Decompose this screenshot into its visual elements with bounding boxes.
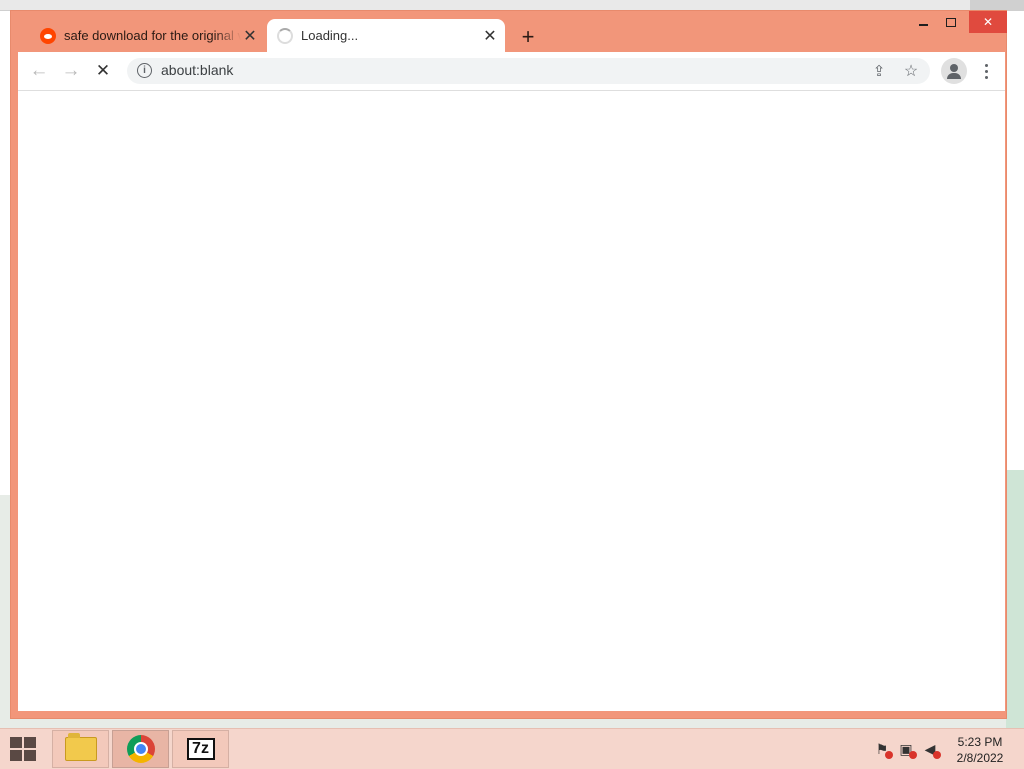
clock[interactable]: 5:23 PM 2/8/2022 [948,734,1012,766]
taskbar-chrome[interactable] [112,730,169,768]
close-icon: ✕ [243,27,257,45]
bookmark-star-icon[interactable]: ☆ [899,59,923,83]
clock-time: 5:23 PM [957,735,1003,749]
windows-logo-pane [10,750,22,761]
volume-muted-icon[interactable]: ◀ [921,741,941,759]
background-window-controls [970,0,1024,10]
close-window-button[interactable]: ✕ [969,11,1007,33]
forward-button[interactable]: → [58,58,84,84]
error-badge-icon [885,751,893,759]
info-icon[interactable]: i [137,63,152,78]
tab-loading[interactable]: Loading... ✕ [267,19,505,52]
error-badge-icon [933,751,941,759]
7z-icon: 7z [186,738,215,760]
start-button[interactable] [10,737,38,763]
tab-title: Loading... [301,28,359,43]
taskbar-file-explorer[interactable] [52,730,109,768]
url-text: about:blank [161,62,234,78]
menu-dot-icon [984,69,988,73]
maximize-button[interactable] [938,11,964,33]
tab-reddit[interactable]: safe download for the original ve ✕ [28,19,265,52]
menu-dot-icon [984,75,988,79]
windows-logo-pane [10,737,22,748]
browser-window: ✕ safe download for the original ve ✕ Lo… [10,10,1007,719]
arrow-right-icon: → [61,60,81,81]
share-icon[interactable]: ⇪ [867,59,891,83]
network-icon[interactable]: ▣ [897,741,917,759]
windows-logo-pane [24,750,36,761]
action-center-flag-icon[interactable]: ⚑ [873,741,893,759]
more-menu-button[interactable] [973,58,999,84]
minimize-icon [918,24,928,26]
stop-icon: ✕ [95,61,111,80]
menu-dot-icon [984,63,988,67]
loading-spinner-icon [277,27,293,44]
tab-close-button[interactable]: ✕ [241,27,259,45]
reddit-icon [40,27,56,44]
maximize-icon [946,17,956,27]
desktop-background-accent [1006,470,1024,728]
stop-loading-button[interactable]: ✕ [90,58,116,84]
error-badge-icon [909,751,917,759]
taskbar-7zip[interactable]: 7z [172,730,229,768]
address-bar[interactable]: i about:blank ⇪ ☆ [127,58,930,84]
tab-title: safe download for the original ve [64,28,241,43]
profile-button[interactable] [941,58,967,84]
taskbar: 7z ⚑ ▣ ◀ 5:23 PM 2/8/2022 [0,728,1024,769]
profile-icon-body [947,73,961,79]
page-content[interactable] [18,91,1005,711]
new-tab-button[interactable]: + [516,24,540,49]
folder-icon [64,733,97,761]
minimize-button[interactable] [910,11,936,33]
tab-close-button[interactable]: ✕ [481,27,499,45]
clock-date: 2/8/2022 [956,751,1004,765]
back-button[interactable]: ← [26,58,52,84]
windows-logo-pane [24,737,36,748]
browser-toolbar: ← → ✕ i about:blank ⇪ ☆ [18,52,1005,91]
close-icon: ✕ [483,27,497,45]
close-icon: ✕ [982,15,994,29]
profile-icon-head [950,64,958,72]
arrow-left-icon: ← [29,60,49,81]
chrome-icon [126,735,155,763]
